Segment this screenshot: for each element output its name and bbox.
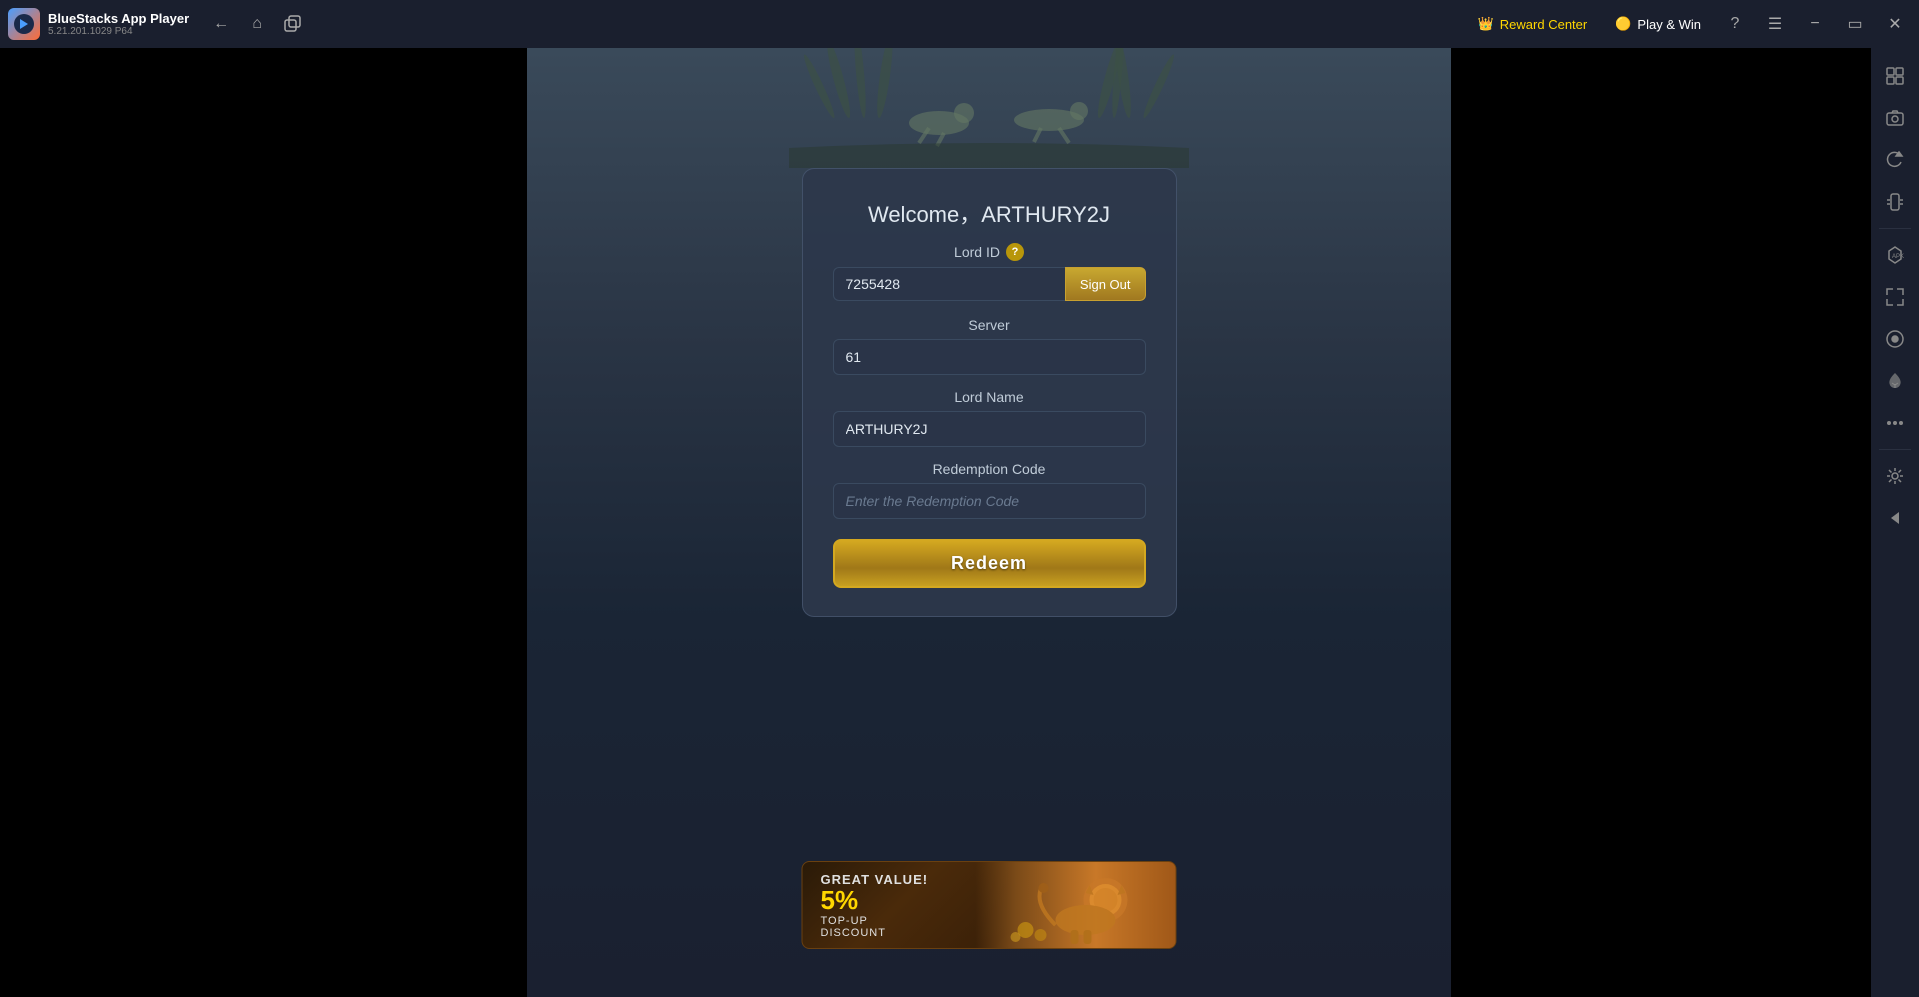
back-button[interactable]: ← xyxy=(205,8,237,40)
app-logo xyxy=(8,8,40,40)
sign-out-button[interactable]: Sign Out xyxy=(1065,267,1146,301)
lord-id-label: Lord ID ? xyxy=(954,243,1024,261)
sidebar-divider-1 xyxy=(1879,228,1911,229)
sidebar-screenshot-icon[interactable] xyxy=(1875,98,1915,138)
home-button[interactable]: ⌂ xyxy=(241,8,273,40)
minimize-button[interactable]: − xyxy=(1799,8,1831,40)
lord-name-input[interactable] xyxy=(833,411,1146,447)
sidebar-more-icon[interactable] xyxy=(1875,403,1915,443)
play-win-label: Play & Win xyxy=(1637,17,1701,32)
sidebar-rotate-icon[interactable] xyxy=(1875,140,1915,180)
sidebar-shake-icon[interactable] xyxy=(1875,182,1915,222)
restore-button[interactable]: ▭ xyxy=(1839,8,1871,40)
play-win-button[interactable]: 🟡 Play & Win xyxy=(1605,12,1711,36)
multiinstance-button[interactable] xyxy=(277,8,309,40)
sidebar-game-controls-icon[interactable] xyxy=(1875,56,1915,96)
right-area xyxy=(1451,48,1871,997)
promo-banner[interactable]: GREAT VALUE! 5% TOP-UP DISCOUNT xyxy=(802,861,1177,949)
main-area: Welcome，ARTHURY2J Lord ID ? Sign Out Ser… xyxy=(0,48,1919,997)
crown-icon: 👑 xyxy=(1478,16,1494,32)
redeem-button[interactable]: Redeem xyxy=(833,539,1146,588)
left-area xyxy=(0,48,527,997)
server-input[interactable] xyxy=(833,339,1146,375)
banner-text: GREAT VALUE! 5% TOP-UP DISCOUNT xyxy=(803,872,947,939)
reward-center-label: Reward Center xyxy=(1500,17,1587,32)
help-button[interactable]: ? xyxy=(1719,8,1751,40)
sidebar-resize-icon[interactable] xyxy=(1875,277,1915,317)
lord-id-input[interactable] xyxy=(833,267,1065,301)
welcome-text: Welcome，ARTHURY2J xyxy=(868,197,1110,229)
server-label: Server xyxy=(968,317,1009,333)
redemption-code-label: Redemption Code xyxy=(933,461,1046,477)
center-area: Welcome，ARTHURY2J Lord ID ? Sign Out Ser… xyxy=(527,48,1451,997)
sidebar-macro-icon[interactable] xyxy=(1875,319,1915,359)
svg-text:APK: APK xyxy=(1892,254,1904,260)
banner-lion-decoration xyxy=(976,862,1176,948)
username-text: ARTHURY2J xyxy=(981,202,1110,227)
coin-icon: 🟡 xyxy=(1615,16,1631,32)
titlebar-nav: ← ⌂ xyxy=(205,8,309,40)
sidebar-back-icon[interactable] xyxy=(1875,498,1915,538)
app-name-group: BlueStacks App Player 5.21.201.1029 P64 xyxy=(48,11,189,37)
lord-id-help-icon[interactable]: ? xyxy=(1006,243,1024,261)
banner-topup-label: TOP-UP DISCOUNT xyxy=(821,915,929,939)
titlebar: BlueStacks App Player 5.21.201.1029 P64 … xyxy=(0,0,1919,48)
lord-id-row: Sign Out xyxy=(833,267,1146,301)
app-version: 5.21.201.1029 P64 xyxy=(48,26,189,37)
sidebar-apk-icon[interactable]: APK xyxy=(1875,235,1915,275)
sidebar-settings-icon[interactable] xyxy=(1875,456,1915,496)
silhouette-decoration xyxy=(527,48,1451,168)
right-sidebar: APK xyxy=(1871,48,1919,997)
redemption-code-input[interactable] xyxy=(833,483,1146,519)
titlebar-right: 👑 Reward Center 🟡 Play & Win ? ☰ − ▭ ✕ xyxy=(1468,8,1911,40)
lord-name-label: Lord Name xyxy=(954,389,1023,405)
banner-discount-value: 5% xyxy=(821,887,929,913)
menu-button[interactable]: ☰ xyxy=(1759,8,1791,40)
sidebar-divider-2 xyxy=(1879,449,1911,450)
reward-center-button[interactable]: 👑 Reward Center xyxy=(1468,12,1598,36)
redemption-dialog: Welcome，ARTHURY2J Lord ID ? Sign Out Ser… xyxy=(802,168,1177,617)
close-button[interactable]: ✕ xyxy=(1879,8,1911,40)
app-name: BlueStacks App Player xyxy=(48,11,189,26)
sidebar-eco-icon[interactable] xyxy=(1875,361,1915,401)
